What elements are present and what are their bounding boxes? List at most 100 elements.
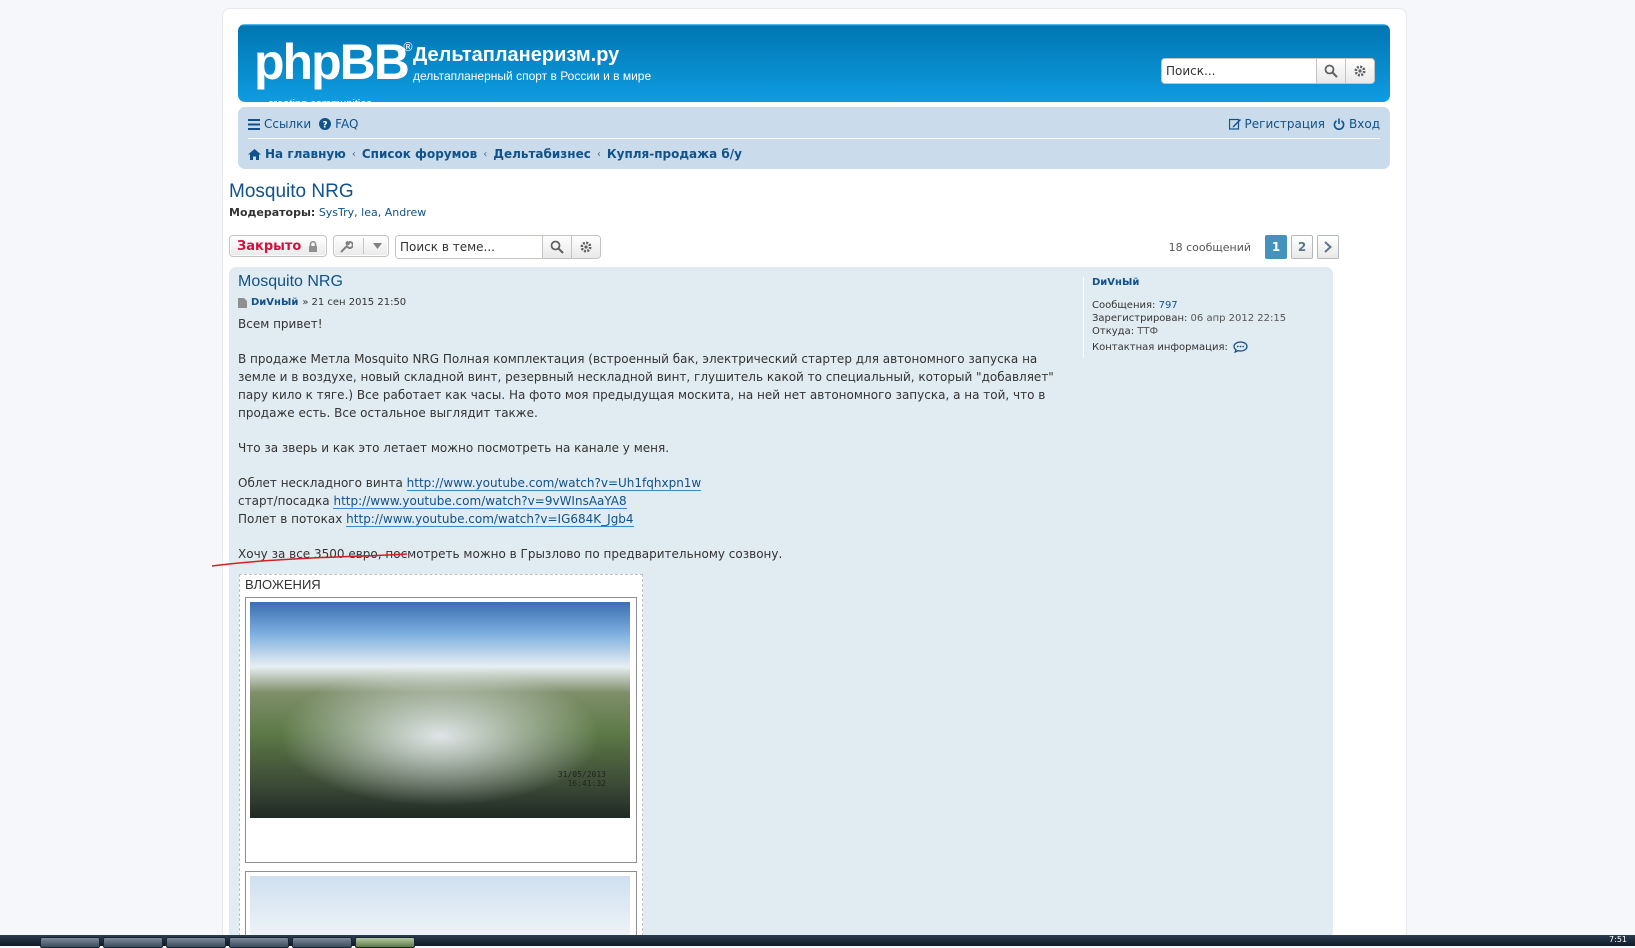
- action-bar: Закрыто 18 сообщений 1 2: [229, 235, 1339, 261]
- breadcrumb: На главную ‹ Список форумов ‹ Дельтабизн…: [248, 143, 1380, 165]
- post-paragraph: Что за зверь и как это летает можно посм…: [238, 441, 670, 455]
- menu-icon: [248, 118, 260, 130]
- post-content: Всем привет! В продаже Метла Mosquito NR…: [238, 315, 1058, 563]
- lock-icon: [309, 240, 318, 252]
- wrench-icon: [340, 240, 353, 253]
- topic-search-button[interactable]: [542, 236, 571, 258]
- video-link[interactable]: http://www.youtube.com/watch?v=Uh1fqhxpn…: [406, 476, 702, 491]
- attachment-photo[interactable]: 31/05/2013 16:41:32: [250, 602, 630, 818]
- header-bar: phpBB ® creating communities Дельтаплане…: [238, 24, 1390, 110]
- chevron-left-icon: ‹: [596, 148, 601, 160]
- breadcrumb-forums[interactable]: Список форумов: [362, 147, 477, 161]
- profile-contact-label: Контактная информация:: [1092, 341, 1228, 353]
- caret-down-icon: [373, 243, 382, 249]
- chat-icon[interactable]: [1233, 341, 1248, 353]
- taskbar-button[interactable]: [229, 937, 289, 948]
- video-link[interactable]: http://www.youtube.com/watch?v=IG684K_Jg…: [346, 512, 634, 527]
- profile-posts-value[interactable]: 797: [1159, 300, 1178, 311]
- topic-search: [395, 235, 601, 259]
- register-link[interactable]: Регистрация: [1228, 117, 1325, 131]
- site-description: дельтапланерный спорт в России и в мире: [413, 69, 652, 83]
- moderators-label: Модераторы:: [229, 206, 316, 219]
- profile-username[interactable]: DиVнЫй: [1092, 277, 1332, 288]
- nav-divider: [248, 138, 1380, 139]
- page-1[interactable]: 1: [1265, 235, 1287, 259]
- attachments-box: ВЛОЖЕНИЯ 31/05/2013 16:41:32: [239, 574, 643, 941]
- profile-registered-value: 06 апр 2012 22:15: [1190, 313, 1287, 324]
- attachment-photo[interactable]: [250, 876, 630, 941]
- post-author-line: DиVнЫй » 21 сен 2015 21:50: [238, 297, 1068, 308]
- moderators-line: Модераторы: SysTry, lea, Andrew: [229, 206, 426, 219]
- photo-timestamp: 31/05/2013 16:41:32: [557, 770, 606, 788]
- breadcrumb-label: Список форумов: [361, 147, 478, 161]
- video-links: Облет нескладного винта http://www.youtu…: [238, 474, 1058, 528]
- profile-contact: Контактная информация:: [1092, 341, 1332, 353]
- post-body: Mosquito NRG DиVнЫй » 21 сен 2015 21:50 …: [238, 273, 1068, 580]
- locked-label: Закрыто: [237, 238, 302, 254]
- post-paragraph: В продаже Метла Mosquito NRG Полная комп…: [238, 352, 1054, 420]
- faq-link[interactable]: ? FAQ: [319, 117, 358, 131]
- breadcrumb-label: На главную: [265, 147, 346, 161]
- post-profile: DиVнЫй Сообщения: 797 Зарегистрирован: 0…: [1083, 277, 1332, 357]
- locked-button[interactable]: Закрыто: [229, 235, 327, 257]
- clock[interactable]: 7:51: [1609, 935, 1627, 944]
- post: Mosquito NRG DиVнЫй » 21 сен 2015 21:50 …: [229, 267, 1333, 941]
- login-link[interactable]: Вход: [1333, 117, 1380, 131]
- site-title[interactable]: Дельтапланеризм.ру: [413, 44, 619, 67]
- question-icon: ?: [319, 118, 332, 130]
- attachment-frame: 31/05/2013 16:41:32: [245, 597, 637, 863]
- taskbar-button[interactable]: [292, 937, 352, 948]
- date-prefix: »: [302, 297, 309, 308]
- search-input[interactable]: [1162, 59, 1316, 83]
- post-author[interactable]: DиVнЫй: [251, 297, 298, 308]
- profile-posts: Сообщения: 797: [1092, 300, 1332, 311]
- topic-advanced-search-button[interactable]: [571, 236, 600, 258]
- profile-from: Откуда: ТТФ: [1092, 326, 1332, 337]
- taskbar-button[interactable]: [40, 937, 100, 948]
- taskbar-button[interactable]: [103, 937, 163, 948]
- message-count: 18 сообщений: [1168, 240, 1251, 254]
- taskbar-button-active[interactable]: [355, 937, 415, 948]
- next-page-button[interactable]: [1317, 235, 1339, 259]
- gear-icon: [1354, 65, 1366, 77]
- os-taskbar: 7:51: [0, 935, 1635, 948]
- profile-registered-label: Зарегистрирован:: [1092, 313, 1188, 324]
- video-link[interactable]: http://www.youtube.com/watch?v=9vWInsAaY…: [333, 494, 627, 509]
- breadcrumb-buy-sell[interactable]: Купля-продажа б/у: [607, 147, 742, 161]
- profile-from-label: Откуда:: [1092, 326, 1135, 337]
- search-icon: [550, 240, 564, 254]
- moderators-list[interactable]: SysTry, lea, Andrew: [319, 206, 426, 219]
- post-date: 21 сен 2015 21:50: [311, 297, 407, 308]
- page-2[interactable]: 2: [1291, 235, 1313, 259]
- topic-tools-button[interactable]: [333, 235, 389, 257]
- profile-from-value: ТТФ: [1137, 326, 1159, 337]
- attachments-label: ВЛОЖЕНИЯ: [245, 577, 321, 592]
- post-title[interactable]: Mosquito NRG: [238, 273, 1068, 291]
- topic-search-input[interactable]: [396, 236, 542, 258]
- post-greeting: Всем привет!: [238, 317, 323, 331]
- post-icon: [238, 297, 247, 308]
- topic-title[interactable]: Mosquito NRG: [229, 181, 354, 203]
- quick-links-menu[interactable]: Ссылки: [248, 117, 311, 131]
- site-logo[interactable]: phpBB ® creating communities: [254, 34, 414, 110]
- user-links: Регистрация Вход: [1228, 117, 1380, 131]
- tools-divider: [362, 238, 364, 254]
- advanced-search-button[interactable]: [1345, 59, 1374, 83]
- video-link-label: Полет в потоках: [238, 512, 343, 526]
- price-line: Хочу за все 3500 евро, посмотреть можно …: [238, 547, 783, 561]
- breadcrumb-business[interactable]: Дельтабизнес: [493, 147, 591, 161]
- power-icon: [1333, 118, 1345, 130]
- pagination: 18 сообщений 1 2: [1169, 235, 1339, 259]
- chevron-left-icon: ‹: [351, 148, 356, 160]
- video-link-label: Облет нескладного винта: [238, 476, 403, 490]
- faq-label: FAQ: [335, 117, 359, 131]
- video-link-label: старт/посадка: [238, 494, 330, 508]
- nav-links-row: Ссылки ? FAQ Регистрация Вход: [248, 113, 1380, 135]
- breadcrumb-home[interactable]: На главную: [248, 147, 346, 161]
- profile-posts-label: Сообщения:: [1092, 300, 1156, 311]
- logo-text: phpBB: [254, 34, 410, 90]
- breadcrumb-label: Купля-продажа б/у: [606, 147, 742, 161]
- taskbar-button[interactable]: [166, 937, 226, 948]
- search-button[interactable]: [1316, 59, 1345, 83]
- chevron-right-icon: [1324, 241, 1332, 253]
